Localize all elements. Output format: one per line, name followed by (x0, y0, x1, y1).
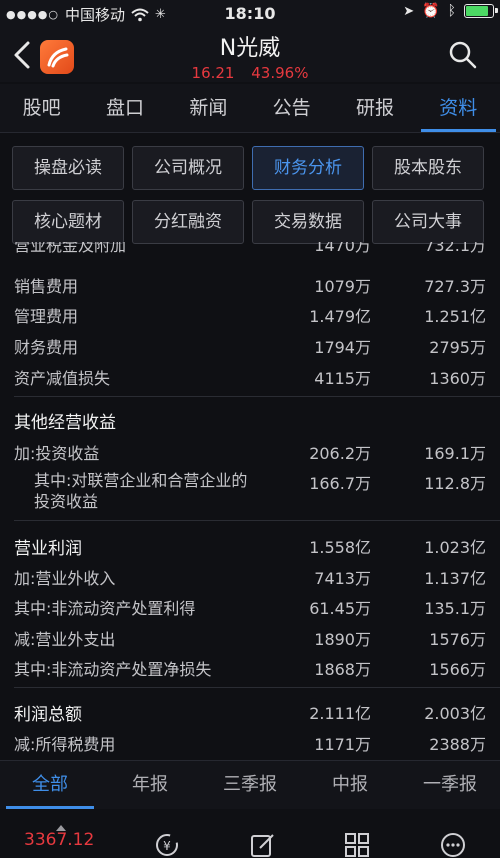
grid-icon[interactable] (344, 832, 370, 858)
section-core-themes[interactable]: 核心题材 (12, 200, 124, 244)
row-value-1: 206.2万 (309, 444, 371, 463)
row-value-1: 1890万 (314, 630, 371, 649)
divider (14, 687, 500, 688)
divider (14, 520, 500, 521)
period-interim[interactable]: 中报 (300, 761, 400, 809)
period-q1[interactable]: 一季报 (400, 761, 500, 809)
period-annual[interactable]: 年报 (100, 761, 200, 809)
section-dividends[interactable]: 分红融资 (132, 200, 244, 244)
tab-pankou[interactable]: 盘口 (83, 84, 166, 132)
row-value-1: 2.111亿 (309, 704, 371, 723)
row-label: 减:营业外支出 (14, 630, 116, 649)
row-label: 减:所得税费用 (14, 735, 116, 754)
row-value-1: 1.479亿 (309, 307, 371, 326)
row-label: 加:投资收益 (14, 444, 100, 463)
section-shareholders[interactable]: 股本股东 (372, 146, 484, 190)
row-value-2: 727.3万 (424, 277, 486, 296)
row-label: 管理费用 (14, 307, 79, 326)
row-label: 资产减值损失 (14, 369, 111, 388)
main-tabs: 股吧 盘口 新闻 公告 研报 资料 (0, 84, 500, 133)
row-value-2: 2795万 (429, 338, 486, 357)
row-value-2: 1.251亿 (424, 307, 486, 326)
row-label: 其中:非流动资产处置利得 (14, 599, 196, 618)
row-label: 其他经营收益 (14, 413, 116, 433)
bluetooth-icon: ᛒ (447, 3, 456, 19)
row-label: 其中:对联营企业和合营企业的 (34, 471, 248, 490)
row-value-1: 1470万 (314, 242, 371, 255)
section-trading-data[interactable]: 交易数据 (252, 200, 364, 244)
svg-text:¥: ¥ (163, 839, 171, 853)
period-tabs: 全部 年报 三季报 中报 一季报 (0, 760, 500, 809)
period-all[interactable]: 全部 (0, 761, 100, 809)
row-value-2: 112.8万 (424, 474, 486, 493)
row-value-2: 1576万 (429, 630, 486, 649)
search-icon[interactable] (448, 40, 478, 70)
row-label: 财务费用 (14, 338, 79, 357)
edit-icon[interactable] (250, 832, 276, 858)
tab-news[interactable]: 新闻 (167, 84, 250, 132)
row-value-2: 1360万 (429, 369, 486, 388)
trade-icon[interactable]: ¥ (154, 832, 180, 858)
row-value-1: 1794万 (314, 338, 371, 357)
row-value-2: 2.003亿 (424, 704, 486, 723)
row-value-1: 61.45万 (309, 599, 371, 618)
divider (14, 396, 500, 397)
row-label: 营业税金及附加 (14, 242, 127, 255)
tab-research[interactable]: 研报 (333, 84, 416, 132)
row-label: 加:营业外收入 (14, 569, 116, 588)
profile-sections: 操盘必读 公司概况 财务分析 股本股东 核心题材 分红融资 交易数据 公司大事 (12, 146, 492, 244)
row-value-1: 1.558亿 (309, 538, 371, 557)
row-value-2: 1.137亿 (424, 569, 486, 588)
row-value-1: 4115万 (314, 369, 371, 388)
row-value-2: 1566万 (429, 660, 486, 679)
row-label-cont: 投资收益 (34, 492, 99, 511)
stock-name: N光威 (219, 36, 281, 61)
battery-icon (464, 4, 498, 18)
row-value-2: 2388万 (429, 735, 486, 754)
row-value-2: 732.1万 (424, 242, 486, 255)
location-icon: ➤ (403, 3, 415, 19)
row-value-1: 1079万 (314, 277, 371, 296)
alarm-icon: ⏰ (422, 3, 440, 19)
stock-change: 43.96% (251, 64, 309, 82)
index-value[interactable]: 3367.12 (24, 830, 94, 850)
section-financial-analysis[interactable]: 财务分析 (252, 146, 364, 190)
row-label: 其中:非流动资产处置净损失 (14, 660, 212, 679)
tab-guba[interactable]: 股吧 (0, 84, 83, 132)
row-label: 利润总额 (14, 705, 82, 725)
row-value-1: 1868万 (314, 660, 371, 679)
tab-announcements[interactable]: 公告 (250, 84, 333, 132)
section-trading-must-read[interactable]: 操盘必读 (12, 146, 124, 190)
financial-table[interactable]: 营业税金及附加 1470万 732.1万 销售费用 1079万 727.3万 管… (0, 242, 500, 760)
row-value-2: 1.023亿 (424, 538, 486, 557)
nav-bar: N光威 16.21 43.96% (0, 28, 500, 82)
period-q3[interactable]: 三季报 (200, 761, 300, 809)
section-company-events[interactable]: 公司大事 (372, 200, 484, 244)
section-company-overview[interactable]: 公司概况 (132, 146, 244, 190)
row-value-2: 169.1万 (424, 444, 486, 463)
status-bar: ●●●●○ 中国移动 ✳ 18:10 ➤ ⏰ ᛒ (0, 0, 500, 28)
tab-profile[interactable]: 资料 (417, 84, 500, 132)
row-label: 营业利润 (14, 539, 82, 559)
more-icon[interactable] (440, 832, 466, 858)
row-value-2: 135.1万 (424, 599, 486, 618)
row-value-1: 7413万 (314, 569, 371, 588)
row-label: 销售费用 (14, 277, 79, 296)
row-value-1: 1171万 (314, 735, 371, 754)
row-value-1: 166.7万 (309, 474, 371, 493)
stock-price: 16.21 (191, 64, 235, 82)
bottom-toolbar: 3367.12 ¥ (0, 822, 500, 858)
